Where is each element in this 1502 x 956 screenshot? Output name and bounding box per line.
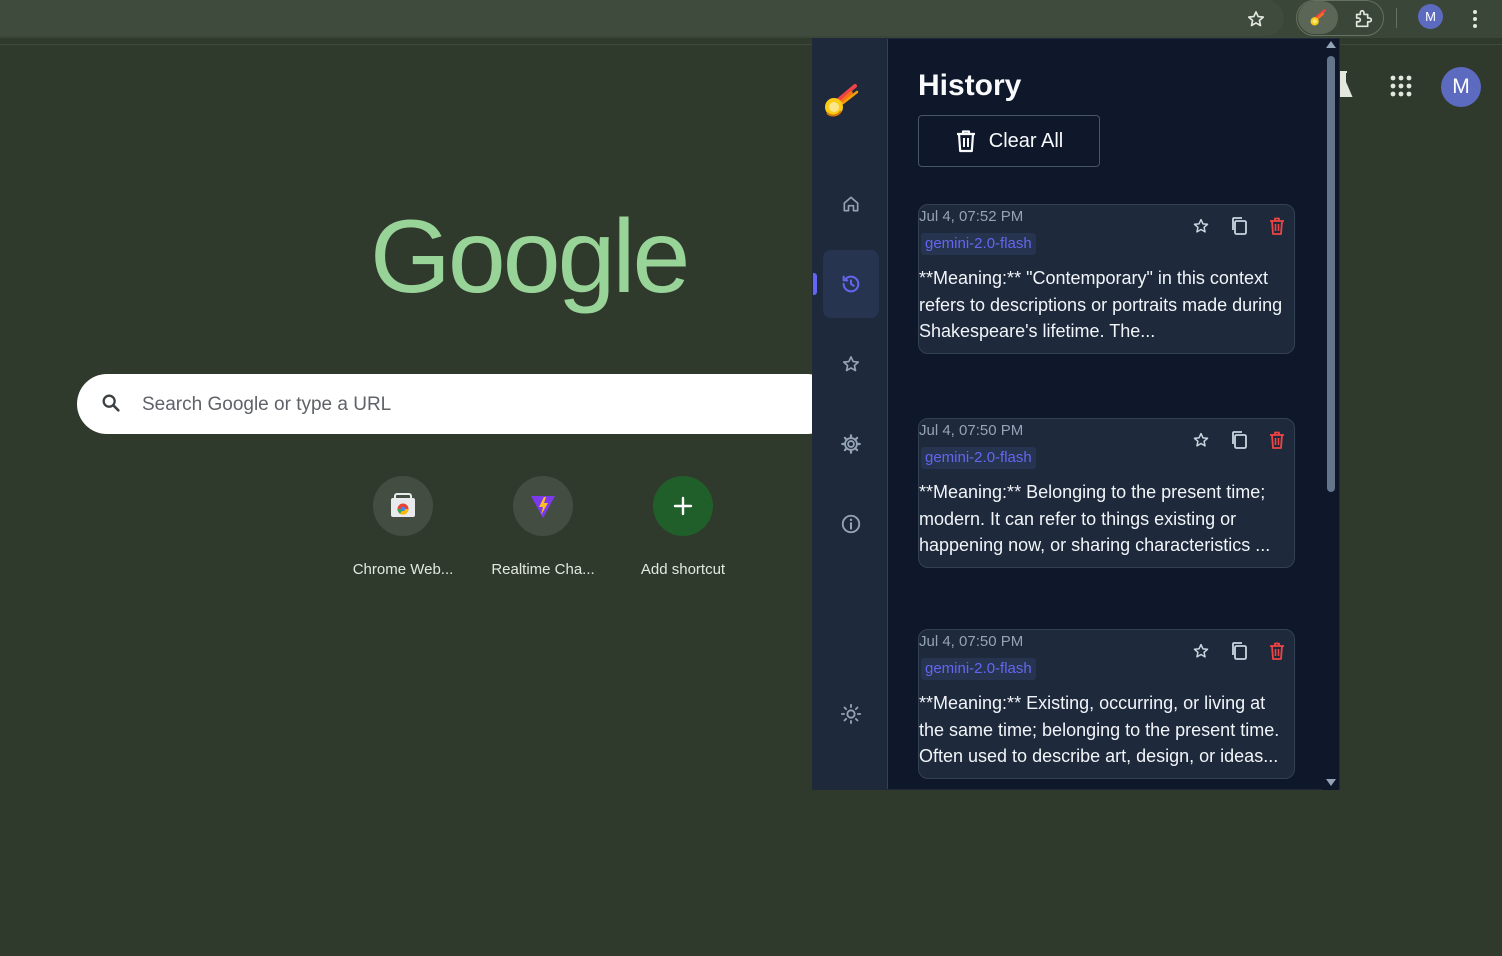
more-icon[interactable] — [1459, 3, 1491, 35]
plus-icon — [653, 476, 713, 536]
profile-avatar[interactable]: M — [1418, 4, 1443, 29]
star-icon[interactable] — [1240, 3, 1272, 35]
star-icon — [842, 356, 860, 372]
delete-icon[interactable] — [1266, 640, 1288, 662]
shortcut-label: Add shortcut — [640, 561, 726, 578]
history-item[interactable]: Jul 4, 07:52 PM gemini-2.0-flash **Meani… — [918, 204, 1295, 354]
info-icon — [841, 514, 861, 534]
response-preview: **Meaning:** Belonging to the present ti… — [919, 482, 1271, 555]
nav-info[interactable] — [823, 490, 879, 558]
nav-favorites[interactable] — [823, 330, 879, 398]
shortcut-chrome-web-store[interactable]: Chrome Web... — [343, 476, 463, 578]
account-avatar[interactable]: M — [1441, 67, 1481, 107]
theme-toggle[interactable] — [823, 680, 879, 748]
omnibox[interactable] — [0, 0, 1284, 36]
shortcut-label: Chrome Web... — [352, 561, 454, 578]
history-panel: History Clear All Jul 4, 07:52 PM gemini… — [889, 39, 1329, 789]
shortcut-realtime-chat[interactable]: Realtime Cha... — [483, 476, 603, 578]
search-icon — [100, 392, 122, 419]
page-title: History — [918, 69, 1022, 102]
search-placeholder: Search Google or type a URL — [142, 394, 392, 415]
clear-all-label: Clear All — [988, 129, 1064, 152]
clear-all-button[interactable]: Clear All — [918, 115, 1100, 167]
scroll-down-arrow[interactable] — [1326, 779, 1336, 786]
sidebar-rail — [813, 39, 888, 789]
favorite-icon[interactable] — [1190, 640, 1212, 662]
nav-home[interactable] — [823, 170, 879, 238]
active-indicator — [813, 273, 817, 295]
nav-history[interactable] — [823, 250, 879, 318]
favorite-icon[interactable] — [1190, 429, 1212, 451]
model-badge: gemini-2.0-flash — [921, 233, 1036, 255]
extension-active-icon[interactable] — [1298, 1, 1338, 34]
vite-icon — [513, 476, 573, 536]
puzzle-icon[interactable] — [1348, 3, 1380, 35]
history-icon — [842, 275, 860, 293]
nav-settings[interactable] — [823, 410, 879, 478]
chrome-web-store-icon — [373, 476, 433, 536]
copy-icon[interactable] — [1228, 640, 1250, 662]
scroll-up-arrow[interactable] — [1326, 41, 1336, 48]
model-badge: gemini-2.0-flash — [921, 658, 1036, 680]
comet-logo-icon — [821, 83, 859, 126]
card-actions — [1190, 429, 1288, 451]
delete-icon[interactable] — [1266, 429, 1288, 451]
home-icon — [843, 196, 859, 212]
response-preview: **Meaning:** "Contemporary" in this cont… — [919, 268, 1283, 341]
google-logo: Google — [370, 199, 690, 315]
card-actions — [1190, 215, 1288, 237]
card-actions — [1190, 640, 1288, 662]
history-item[interactable]: Jul 4, 07:50 PM gemini-2.0-flash **Meani… — [918, 418, 1295, 568]
timestamp: Jul 4, 07:50 PM — [919, 422, 1024, 439]
model-badge: gemini-2.0-flash — [921, 447, 1036, 469]
sun-icon — [840, 703, 862, 725]
add-shortcut-button[interactable]: Add shortcut — [623, 476, 743, 578]
response-preview: **Meaning:** Existing, occurring, or liv… — [919, 693, 1280, 766]
delete-icon[interactable] — [1266, 215, 1288, 237]
browser-toolbar: M — [0, 0, 1502, 38]
favorite-icon[interactable] — [1190, 215, 1212, 237]
copy-icon[interactable] — [1228, 215, 1250, 237]
timestamp: Jul 4, 07:50 PM — [919, 633, 1024, 650]
toolbar-divider — [1396, 8, 1397, 28]
gear-icon — [841, 434, 861, 454]
trash-icon — [956, 130, 975, 153]
copy-icon[interactable] — [1228, 429, 1250, 451]
scrollbar-thumb[interactable] — [1327, 56, 1335, 492]
shortcut-label: Realtime Cha... — [491, 561, 595, 578]
apps-grid-icon[interactable] — [1389, 74, 1413, 103]
timestamp: Jul 4, 07:52 PM — [919, 208, 1024, 225]
extension-popup: History Clear All Jul 4, 07:52 PM gemini… — [812, 38, 1340, 790]
history-item[interactable]: Jul 4, 07:50 PM gemini-2.0-flash **Meani… — [918, 629, 1295, 779]
